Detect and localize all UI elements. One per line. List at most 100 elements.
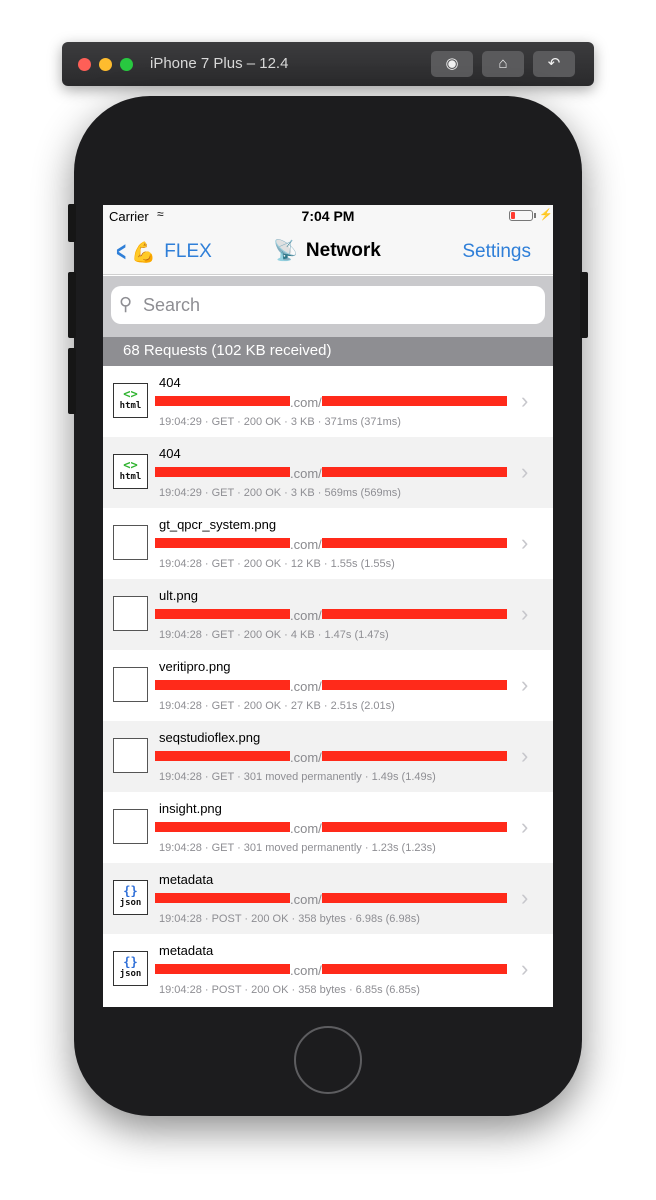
image-thumbnail	[113, 738, 148, 773]
simulator-title: iPhone 7 Plus – 12.4	[150, 55, 289, 72]
url-redaction-bar	[155, 893, 290, 903]
thumbnail-symbol: <>	[123, 458, 138, 472]
thumbnail-symbol: <>	[123, 387, 138, 401]
url-domain-suffix: .com/	[290, 679, 322, 694]
satellite-antenna-icon: 📡	[273, 240, 298, 262]
url-redaction-bar	[155, 822, 290, 832]
url-redaction-bar	[322, 680, 507, 690]
request-url: .com/	[155, 464, 515, 481]
request-url: .com/	[155, 393, 515, 410]
back-button[interactable]: < 💪 FLEX	[113, 237, 212, 267]
chevron-right-icon: ›	[521, 530, 529, 555]
request-url: .com/	[155, 961, 515, 978]
back-label: FLEX	[164, 241, 212, 262]
chevron-right-icon: ›	[521, 743, 529, 768]
search-bar[interactable]: ⚲	[111, 286, 545, 324]
html-file-icon: <> html	[113, 383, 148, 418]
battery-tip	[534, 213, 536, 218]
request-metadata: 19:04:28 · GET · 200 OK · 27 KB · 2.51s …	[159, 700, 395, 712]
volume-up-button[interactable]	[68, 272, 76, 338]
request-url: .com/	[155, 890, 515, 907]
request-metadata: 19:04:28 · GET · 301 moved permanently ·…	[159, 842, 436, 854]
chevron-right-icon: ›	[521, 885, 529, 910]
power-button[interactable]	[580, 272, 588, 338]
charging-icon: ⚡	[539, 209, 553, 221]
simulator-title-bar: iPhone 7 Plus – 12.4 ◉ ⌂ ↶	[62, 42, 594, 86]
request-row[interactable]: <> html 404 .com/19:04:29 · GET · 200 OK · …	[103, 437, 553, 508]
window-maximize-button[interactable]	[120, 58, 133, 71]
url-domain-suffix: .com/	[290, 963, 322, 978]
image-thumbnail	[113, 667, 148, 702]
request-url: .com/	[155, 677, 515, 694]
search-input[interactable]	[143, 291, 533, 319]
request-row[interactable]: {} json metadata .com/19:04:28 · POST · 200…	[103, 863, 553, 934]
phone-home-button[interactable]	[294, 1026, 362, 1094]
window-close-button[interactable]	[78, 58, 91, 71]
request-list[interactable]: <> html 404 .com/19:04:29 · GET · 200 OK · …	[103, 366, 553, 1005]
url-redaction-bar	[322, 822, 507, 832]
request-name: 404	[159, 375, 181, 390]
url-domain-suffix: .com/	[290, 395, 322, 410]
status-time: 7:04 PM	[301, 208, 355, 224]
thumbnail-type-label: html	[119, 472, 142, 482]
url-domain-suffix: .com/	[290, 821, 322, 836]
nav-title-group: 📡 Network	[273, 238, 381, 263]
request-name: metadata	[159, 872, 214, 887]
search-section: ⚲	[103, 276, 553, 337]
search-icon: ⚲	[119, 294, 133, 314]
url-redaction-bar	[322, 609, 507, 619]
url-redaction-bar	[155, 396, 290, 406]
request-url: .com/	[155, 606, 515, 623]
url-redaction-bar	[322, 396, 507, 406]
thumbnail-type-label: json	[119, 969, 142, 979]
request-row[interactable]: insight.png .com/19:04:28 · GET · 301 mov…	[103, 792, 553, 863]
chevron-right-icon: ›	[521, 601, 529, 626]
battery-icon	[509, 210, 533, 221]
request-row[interactable]: <> html 404 .com/19:04:29 · GET · 200 OK · …	[103, 366, 553, 437]
url-redaction-bar	[155, 467, 290, 477]
request-name: metadata	[159, 943, 214, 958]
chevron-right-icon: ›	[521, 814, 529, 839]
url-redaction-bar	[155, 751, 290, 761]
request-url: .com/	[155, 748, 515, 765]
image-thumbnail	[113, 525, 148, 560]
chevron-right-icon: ›	[521, 672, 529, 697]
request-metadata: 19:04:28 · GET · 200 OK · 4 KB · 1.47s (…	[159, 629, 389, 641]
screenshot-button[interactable]: ◉	[431, 51, 473, 77]
url-redaction-bar	[155, 964, 290, 974]
url-redaction-bar	[322, 751, 507, 761]
chevron-left-icon: <	[116, 236, 127, 267]
settings-button[interactable]: Settings	[462, 241, 531, 263]
chevron-right-icon: ›	[521, 956, 529, 981]
chevron-right-icon: ›	[521, 388, 529, 413]
image-thumbnail	[113, 596, 148, 631]
request-metadata: 19:04:28 · GET · 301 moved permanently ·…	[159, 771, 436, 783]
screenshot-icon: ◉	[445, 55, 459, 72]
status-bar: Carrier ≈ 7:04 PM ⚡	[103, 205, 553, 227]
chevron-right-icon: ›	[521, 459, 529, 484]
request-row[interactable]: veritipro.png .com/19:04:28 · GET · 200 O…	[103, 650, 553, 721]
image-thumbnail	[113, 809, 148, 844]
home-toolbar-button[interactable]: ⌂	[482, 51, 524, 77]
json-file-icon: {} json	[113, 880, 148, 915]
html-file-icon: <> html	[113, 454, 148, 489]
request-row[interactable]: {} json metadata .com/19:04:28 · POST · 200…	[103, 934, 553, 1005]
request-row[interactable]: gt_qpcr_system.png .com/19:04:28 · GET · …	[103, 508, 553, 579]
request-name: insight.png	[159, 801, 222, 816]
url-redaction-bar	[322, 467, 507, 477]
request-metadata: 19:04:28 · POST · 200 OK · 358 bytes · 6…	[159, 913, 420, 925]
request-row[interactable]: ult.png .com/19:04:28 · GET · 200 OK · 4 …	[103, 579, 553, 650]
thumbnail-symbol: {}	[123, 955, 138, 969]
request-metadata: 19:04:28 · GET · 200 OK · 12 KB · 1.55s …	[159, 558, 395, 570]
url-domain-suffix: .com/	[290, 892, 322, 907]
json-file-icon: {} json	[113, 951, 148, 986]
battery-level	[511, 212, 515, 219]
window-minimize-button[interactable]	[99, 58, 112, 71]
volume-down-button[interactable]	[68, 348, 76, 414]
request-name: gt_qpcr_system.png	[159, 517, 277, 532]
request-row[interactable]: seqstudioflex.png .com/19:04:28 · GET · 3…	[103, 721, 553, 792]
mute-switch[interactable]	[68, 204, 76, 242]
requests-summary: 68 Requests (102 KB received)	[123, 342, 332, 359]
rotate-button[interactable]: ↶	[533, 51, 575, 77]
url-redaction-bar	[155, 609, 290, 619]
